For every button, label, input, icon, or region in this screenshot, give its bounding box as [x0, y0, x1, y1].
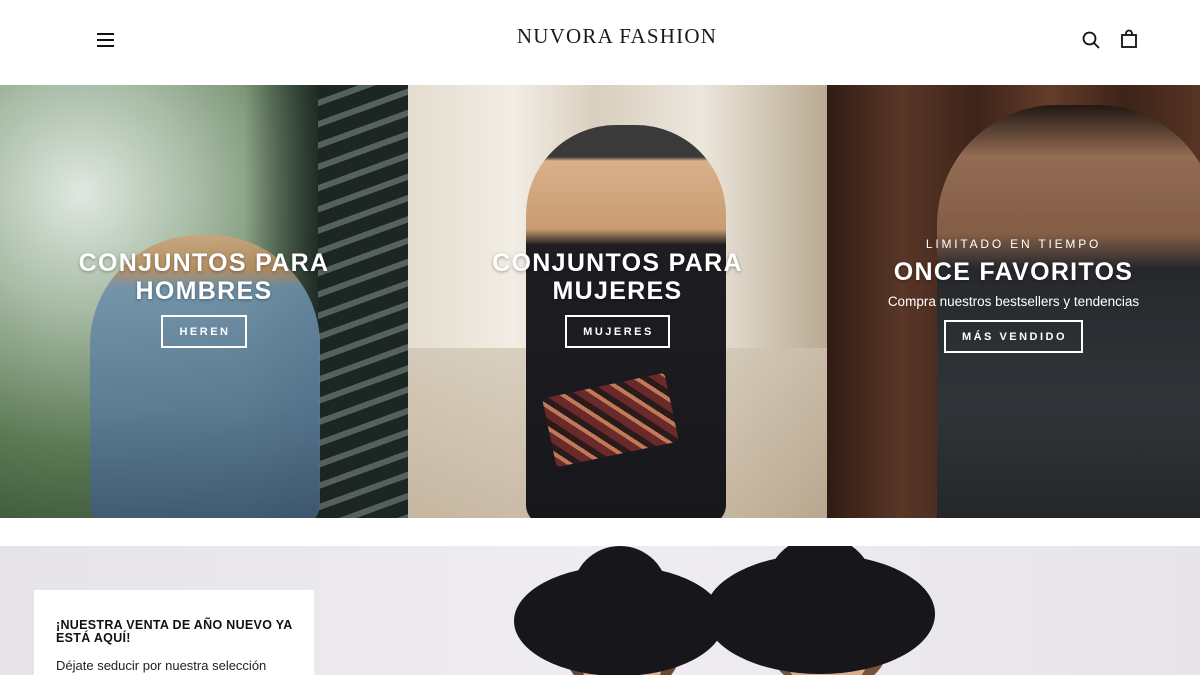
site-logo[interactable]: NUVORA FASHION — [0, 24, 1200, 49]
site-header: NUVORA FASHION — [0, 0, 1200, 85]
bag-icon — [1121, 29, 1137, 48]
promo-title: ¡NUESTRA VENTA DE AÑO NUEVO YA ESTÁ AQUÍ… — [56, 618, 293, 645]
hero-overlay: CONJUNTOS PARA HOMBRES HEREN — [0, 249, 408, 348]
men-outfits-button[interactable]: HEREN — [161, 315, 247, 348]
search-icon — [1082, 31, 1100, 49]
hero-title: CONJUNTOS PARA HOMBRES — [78, 249, 330, 305]
hero-subtitle: Compra nuestros bestsellers y tendencias — [887, 294, 1140, 309]
hero-panel-men[interactable]: CONJUNTOS PARA HOMBRES HEREN — [0, 85, 408, 518]
promo-card: ¡NUESTRA VENTA DE AÑO NUEVO YA ESTÁ AQUÍ… — [34, 590, 314, 680]
bestsellers-button[interactable]: MÁS VENDIDO — [943, 320, 1084, 353]
hat-image — [765, 546, 875, 606]
search-button[interactable] — [1079, 28, 1103, 52]
promo-text: Déjate seducir por nuestra selección — [56, 658, 267, 673]
hero-panel-favorites[interactable]: LIMITADO EN TIEMPO ONCE FAVORITOS Compra… — [827, 85, 1200, 518]
cart-button[interactable] — [1117, 28, 1141, 52]
hero-panel-women[interactable]: CONJUNTOS PARA MUJERES MUJERES — [408, 85, 827, 518]
hero-overlay: CONJUNTOS PARA MUJERES MUJERES — [408, 249, 827, 348]
hero-overlay: LIMITADO EN TIEMPO ONCE FAVORITOS Compra… — [827, 237, 1200, 353]
hero-kicker: LIMITADO EN TIEMPO — [925, 237, 1102, 251]
hero-title: CONJUNTOS PARA MUJERES — [492, 249, 743, 305]
women-outfits-button[interactable]: MUJERES — [565, 315, 670, 348]
hat-image — [572, 546, 668, 616]
hero-title: ONCE FAVORITOS — [893, 258, 1134, 286]
